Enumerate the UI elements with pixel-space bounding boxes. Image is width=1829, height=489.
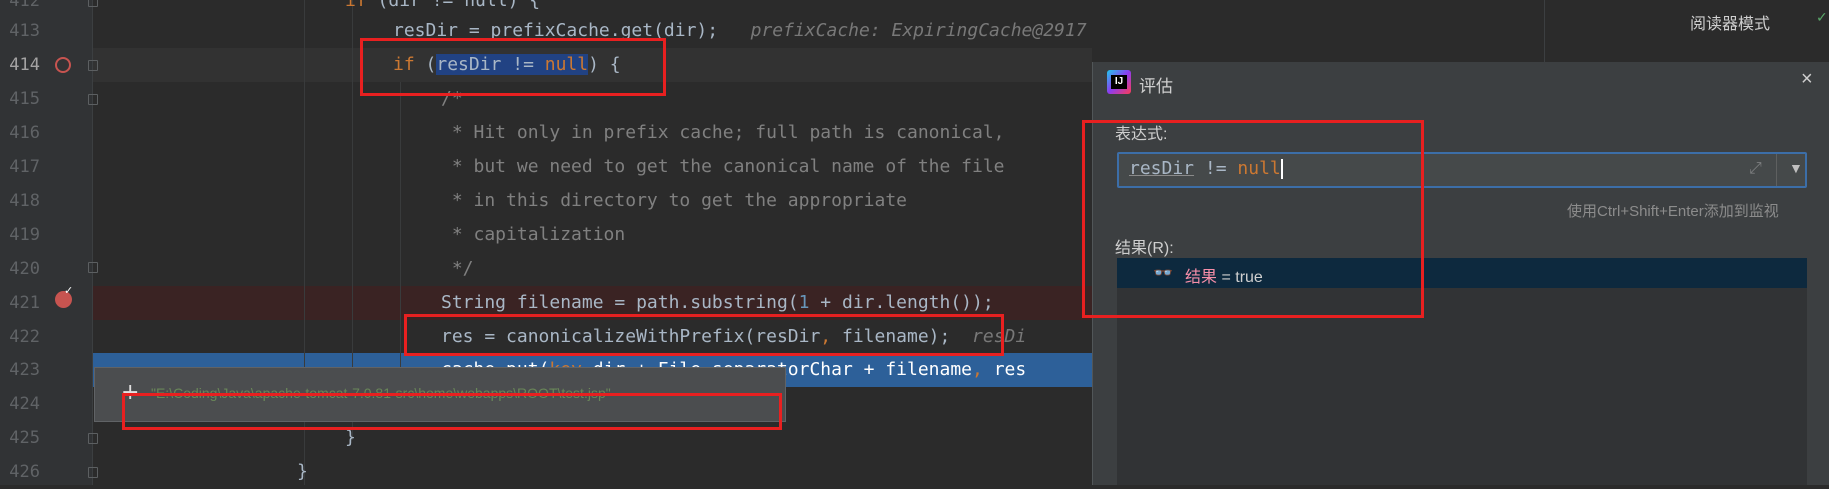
line-number: 421 bbox=[9, 293, 40, 313]
inline-value-hint: prefixCache: ExpiringCache@2917 bbox=[750, 20, 1087, 41]
expression-input[interactable]: resDir != null ⤢ ▼ bbox=[1117, 152, 1807, 188]
fold-marker-icon[interactable] bbox=[88, 60, 98, 71]
code-line-419: * capitalization bbox=[441, 224, 626, 245]
close-icon[interactable]: × bbox=[1801, 68, 1813, 91]
line-number: 416 bbox=[9, 123, 40, 143]
line-number: 422 bbox=[9, 327, 40, 347]
tooltip-value: "E:\Coding\Java\apache-tomcat-7.0.81-src… bbox=[151, 385, 611, 401]
fold-marker-icon[interactable] bbox=[88, 0, 98, 7]
panel-separator bbox=[1544, 0, 1545, 62]
line-number: 423 bbox=[9, 360, 40, 380]
fold-marker-icon[interactable] bbox=[88, 94, 98, 105]
line-number: 414 bbox=[9, 55, 40, 75]
reader-mode-toggle[interactable]: 阅读器模式 bbox=[1690, 10, 1770, 34]
expression-label: 表达式: bbox=[1115, 126, 1168, 143]
dialog-title: 评估 bbox=[1139, 77, 1173, 96]
result-row[interactable]: 👓 结果 = true bbox=[1117, 258, 1807, 288]
history-dropdown-button[interactable]: ▼ bbox=[1789, 160, 1803, 176]
breakpoint-icon[interactable] bbox=[55, 57, 71, 73]
code-line-422: res = canonicalizeWithPrefix(resDir, fil… bbox=[441, 326, 1027, 347]
dropdown-separator bbox=[1776, 154, 1777, 186]
result-text: 结果 = true bbox=[1185, 269, 1263, 286]
line-number: 425 bbox=[9, 428, 40, 448]
code-line-416: * Hit only in prefix cache; full path is… bbox=[441, 122, 1005, 143]
selected-expression: resDir != bbox=[436, 54, 545, 75]
code-line-420: */ bbox=[441, 258, 474, 279]
breakpoint-hit-icon[interactable] bbox=[55, 284, 73, 308]
value-tooltip[interactable]: + "E:\Coding\Java\apache-tomcat-7.0.81-s… bbox=[94, 367, 786, 422]
fold-marker-icon[interactable] bbox=[88, 262, 98, 273]
result-panel: 👓 结果 = true bbox=[1117, 258, 1807, 485]
text-caret bbox=[1280, 159, 1283, 179]
expand-plus-icon[interactable]: + bbox=[121, 380, 139, 405]
result-label: 结果(R): bbox=[1115, 240, 1174, 257]
line-number: 426 bbox=[9, 462, 40, 482]
line-number: 419 bbox=[9, 225, 40, 245]
line-number: 424 bbox=[9, 394, 40, 414]
fold-marker-icon[interactable] bbox=[88, 467, 98, 478]
line-number: 415 bbox=[9, 89, 40, 109]
add-to-watches-hint: 使用Ctrl+Shift+Enter添加到监视 bbox=[1567, 203, 1779, 220]
code-line-413: resDir = prefixCache.get(dir); prefixCac… bbox=[393, 20, 1087, 41]
expression-text[interactable]: resDir != null bbox=[1129, 158, 1283, 179]
line-number: 417 bbox=[9, 157, 40, 177]
line-number: 420 bbox=[9, 259, 40, 279]
glasses-icon: 👓 bbox=[1153, 265, 1173, 282]
code-line-415: /* bbox=[441, 88, 463, 109]
code-line-414: if (resDir != null) { bbox=[393, 54, 621, 75]
code-line-425: } bbox=[345, 427, 356, 448]
line-number: 413 bbox=[9, 21, 40, 41]
code-line-421: String filename = path.substring(1 + dir… bbox=[441, 292, 994, 313]
evaluate-dialog: 评估 × 表达式: resDir != null ⤢ ▼ 使用Ctrl+Shif… bbox=[1092, 62, 1829, 485]
code-line-417: * but we need to get the canonical name … bbox=[441, 156, 1005, 177]
expand-editor-icon[interactable]: ⤢ bbox=[1749, 160, 1762, 178]
checkmark-icon: ✓ bbox=[1816, 10, 1828, 26]
line-number: 418 bbox=[9, 191, 40, 211]
intellij-logo-icon bbox=[1107, 70, 1131, 94]
inline-value-hint: resDi bbox=[972, 326, 1027, 347]
code-line-426: } bbox=[297, 461, 308, 482]
fold-marker-icon[interactable] bbox=[88, 433, 98, 444]
code-line-418: * in this directory to get the appropria… bbox=[441, 190, 907, 211]
